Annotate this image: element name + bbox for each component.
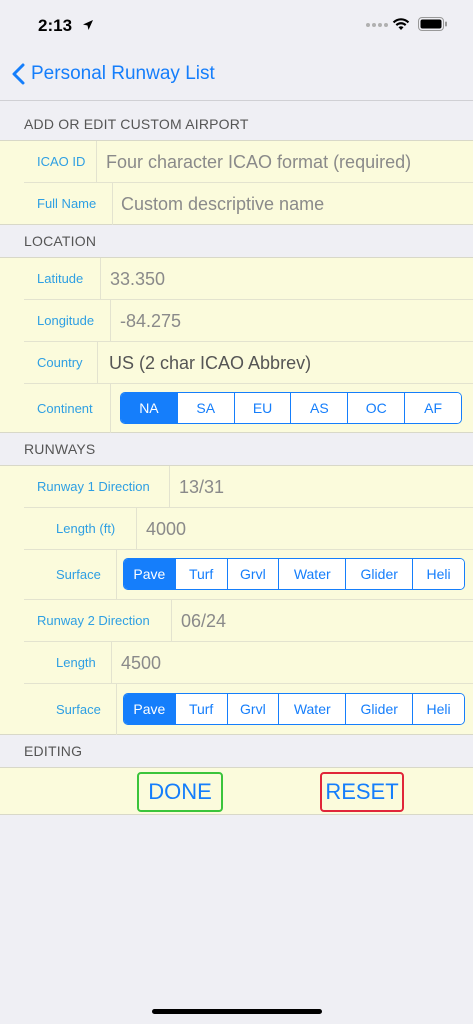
longitude-row: Longitude -84.275 — [24, 300, 473, 342]
continent-label: Continent — [37, 401, 93, 416]
runway1-direction-row: Runway 1 Direction 13/31 — [24, 466, 473, 508]
country-input[interactable]: US (2 char ICAO Abbrev) — [109, 342, 311, 384]
runway2-surface-option-heli[interactable]: Heli — [412, 694, 464, 724]
icao-input[interactable] — [106, 141, 466, 183]
row-divider — [100, 258, 101, 300]
continent-option-af[interactable]: AF — [404, 393, 461, 423]
row-divider — [116, 684, 117, 736]
icao-row: ICAO ID — [24, 141, 473, 183]
runway1-length-input[interactable]: 4000 — [146, 508, 186, 550]
status-bar: 2:13 — [0, 0, 473, 52]
runway1-surface-option-turf[interactable]: Turf — [174, 559, 227, 589]
runway1-length-label: Length (ft) — [56, 521, 116, 536]
runway2-surface-option-pave[interactable]: Pave — [124, 694, 175, 724]
runway1-surface-segmented-control: Pave Turf Grvl Water Glider Heli — [123, 558, 465, 590]
navigation-bar: Personal Runway List — [0, 52, 473, 101]
latitude-row: Latitude 33.350 — [24, 258, 473, 300]
runway1-surface-label: Surface — [56, 567, 101, 582]
runway2-surface-label: Surface — [56, 702, 101, 717]
runway2-direction-label: Runway 2 Direction — [37, 613, 150, 628]
status-time: 2:13 — [38, 16, 73, 35]
row-divider — [96, 141, 97, 183]
runways-group: Runway 1 Direction 13/31 Length (ft) 400… — [0, 465, 473, 736]
row-divider — [112, 183, 113, 225]
row-divider — [110, 384, 111, 434]
continent-option-oc[interactable]: OC — [347, 393, 405, 423]
row-divider — [136, 508, 137, 550]
fullname-row: Full Name — [24, 183, 473, 225]
section-header-location: LOCATION — [0, 225, 473, 257]
back-button-label: Personal Runway List — [31, 63, 215, 84]
row-divider — [110, 300, 111, 342]
row-divider — [171, 600, 172, 642]
section-header-runways: RUNWAYS — [0, 433, 473, 465]
location-group: Latitude 33.350 Longitude -84.275 Countr… — [0, 257, 473, 434]
runway2-surface-option-glider[interactable]: Glider — [345, 694, 413, 724]
continent-option-na[interactable]: NA — [121, 393, 177, 423]
continent-option-sa[interactable]: SA — [176, 393, 234, 423]
runway2-surface-option-grvl[interactable]: Grvl — [226, 694, 279, 724]
done-button[interactable]: DONE — [137, 772, 223, 812]
latitude-label: Latitude — [37, 271, 84, 286]
back-button[interactable]: Personal Runway List — [12, 63, 215, 85]
longitude-input[interactable]: -84.275 — [120, 300, 181, 342]
country-row: Country US (2 char ICAO Abbrev) — [24, 342, 473, 384]
runway2-surface-segmented-control: Pave Turf Grvl Water Glider Heli — [123, 693, 465, 725]
runway2-length-label: Length — [56, 655, 96, 670]
reset-button[interactable]: RESET — [320, 772, 404, 812]
latitude-input[interactable]: 33.350 — [110, 258, 165, 300]
chevron-left-icon — [12, 63, 25, 85]
runway1-surface-option-pave[interactable]: Pave — [124, 559, 175, 589]
battery-icon — [418, 17, 447, 31]
runway2-surface-row: Surface Pave Turf Grvl Water Glider Heli — [24, 684, 473, 736]
row-divider — [116, 550, 117, 600]
runway1-direction-input[interactable]: 13/31 — [179, 466, 224, 508]
row-divider — [169, 466, 170, 508]
continent-segmented-control: NA SA EU AS OC AF — [120, 392, 462, 424]
runway1-surface-option-grvl[interactable]: Grvl — [226, 559, 279, 589]
runway1-surface-option-water[interactable]: Water — [278, 559, 346, 589]
runway1-surface-row: Surface Pave Turf Grvl Water Glider Heli — [24, 550, 473, 600]
wifi-icon — [392, 18, 410, 30]
runway1-surface-option-glider[interactable]: Glider — [345, 559, 413, 589]
row-divider — [97, 342, 98, 384]
icao-label: ICAO ID — [37, 154, 86, 169]
runway2-length-input[interactable]: 4500 — [121, 642, 161, 684]
country-label: Country — [37, 355, 83, 370]
runway2-direction-row: Runway 2 Direction 06/24 — [24, 600, 473, 642]
section-header-airport: ADD OR EDIT CUSTOM AIRPORT — [0, 108, 473, 140]
fullname-label: Full Name — [37, 196, 97, 211]
longitude-label: Longitude — [37, 313, 95, 328]
continent-option-eu[interactable]: EU — [233, 393, 291, 423]
continent-row: Continent NA SA EU AS OC AF — [24, 384, 473, 434]
section-header-editing: EDITING — [0, 735, 473, 767]
continent-option-as[interactable]: AS — [290, 393, 348, 423]
runway1-surface-option-heli[interactable]: Heli — [412, 559, 464, 589]
runway2-surface-option-water[interactable]: Water — [278, 694, 346, 724]
editing-group: DONE RESET — [0, 767, 473, 815]
runway1-direction-label: Runway 1 Direction — [37, 479, 150, 494]
runway2-length-row: Length 4500 — [24, 642, 473, 684]
home-indicator — [152, 1009, 322, 1014]
fullname-input[interactable] — [121, 183, 461, 225]
cellular-signal-icon — [366, 23, 388, 27]
row-divider — [111, 642, 112, 684]
runway2-direction-input[interactable]: 06/24 — [181, 600, 226, 642]
location-arrow-icon — [83, 20, 93, 30]
runway1-length-row: Length (ft) 4000 — [24, 508, 473, 550]
airport-group: ICAO ID Full Name — [0, 140, 473, 225]
runway2-surface-option-turf[interactable]: Turf — [174, 694, 227, 724]
